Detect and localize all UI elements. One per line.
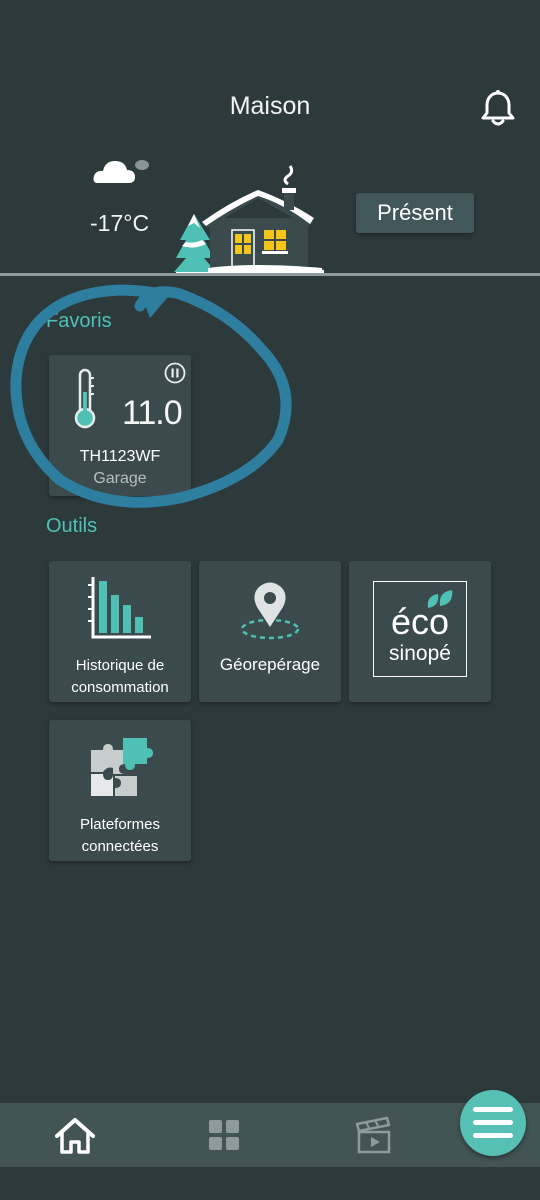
presence-mode-label: Présent <box>377 200 453 225</box>
tool-label-line: consommation <box>71 679 169 696</box>
tool-label-line: Plateformes <box>79 816 161 833</box>
page-title: Maison <box>229 92 311 120</box>
outdoor-temperature: -17°C <box>90 210 150 236</box>
presence-mode-button[interactable]: Présent <box>356 193 474 233</box>
house-illustration <box>174 165 324 276</box>
clapperboard-icon[interactable] <box>355 1116 393 1154</box>
puzzle-icon <box>91 738 153 796</box>
device-name: TH1123WF <box>79 448 161 465</box>
tool-consumption-history[interactable]: Historique de consommation <box>49 561 191 702</box>
section-title-tools: Outils <box>46 515 98 537</box>
device-setpoint: 11.0 <box>122 394 183 432</box>
bell-icon[interactable] <box>478 88 518 128</box>
tool-label-line: connectées <box>81 838 159 855</box>
eco-logo-text: éco <box>390 601 450 642</box>
header-divider <box>0 273 540 276</box>
sinope-logo-text: sinopé <box>389 642 451 665</box>
tool-geofencing[interactable]: Géorepérage <box>199 561 341 702</box>
cloud-icon <box>93 160 149 183</box>
device-room: Garage <box>93 470 147 487</box>
menu-button[interactable] <box>460 1090 526 1156</box>
tool-label: Géorepérage <box>219 655 321 674</box>
tool-eco-sinope[interactable]: éco sinopé <box>349 561 491 702</box>
bar-chart-icon <box>88 577 151 639</box>
thermometer-icon <box>74 368 96 429</box>
tool-connected-platforms[interactable]: Plateformes connectées <box>49 720 191 861</box>
home-icon[interactable] <box>54 1116 96 1154</box>
menu-icon <box>473 1107 513 1138</box>
eco-sinope-logo: éco sinopé <box>373 581 467 677</box>
section-title-favorites: Favoris <box>46 310 112 332</box>
pause-icon[interactable] <box>164 362 186 384</box>
map-pin-icon <box>240 582 300 640</box>
tool-label-line: Historique de <box>75 657 165 674</box>
grid-icon[interactable] <box>208 1119 240 1151</box>
